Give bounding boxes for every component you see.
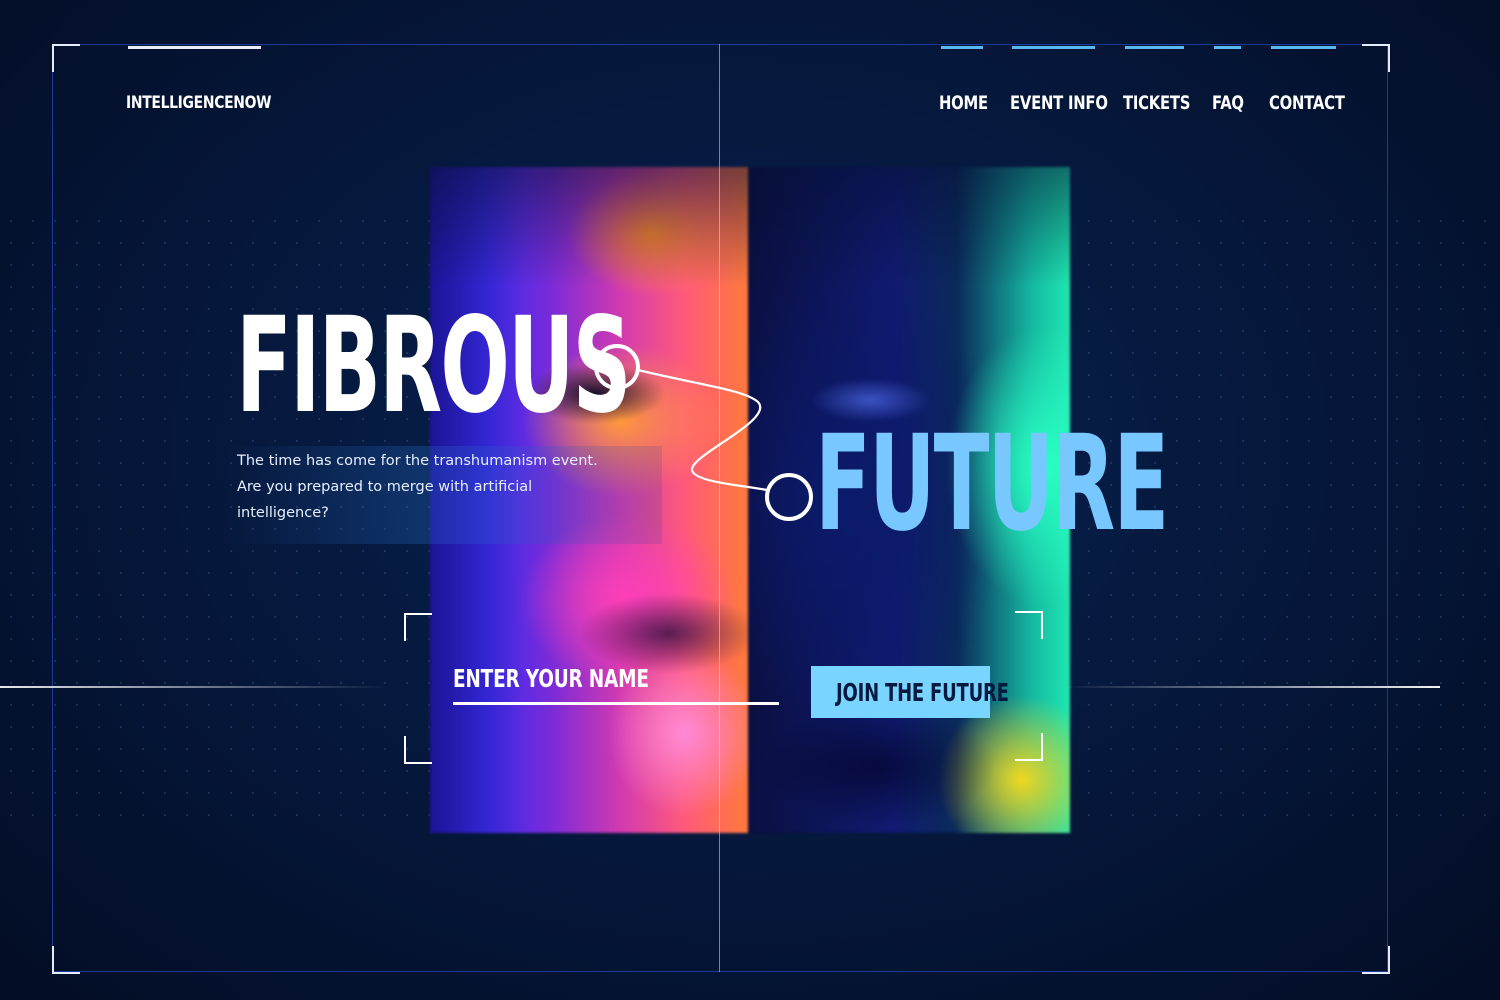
name-input[interactable] <box>453 658 779 705</box>
circle-link-connector-icon <box>594 344 813 521</box>
join-the-future-button[interactable]: JOIN THE FUTURE <box>811 666 1009 718</box>
join-button-label: JOIN THE FUTURE <box>836 677 1009 707</box>
form-bracket-top-left <box>404 613 432 641</box>
form-bracket-bottom-left <box>404 736 432 764</box>
form-bracket-top-right <box>1015 611 1043 639</box>
form-bracket-bottom-right <box>1015 733 1043 761</box>
